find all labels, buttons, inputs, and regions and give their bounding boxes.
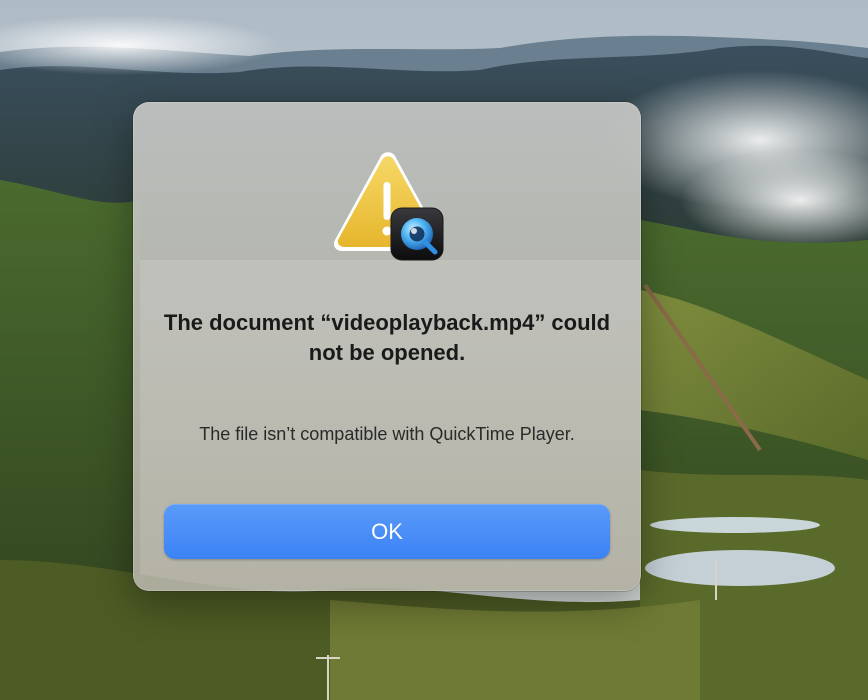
alert-dialog: The document “videoplayback.mp4” could n… bbox=[133, 102, 641, 591]
quicktime-icon bbox=[390, 207, 444, 261]
ok-button[interactable]: OK bbox=[164, 504, 610, 559]
warning-triangle-icon bbox=[333, 152, 444, 261]
dialog-title: The document “videoplayback.mp4” could n… bbox=[163, 310, 611, 365]
desktop: The document “videoplayback.mp4” could n… bbox=[0, 0, 868, 700]
dialog-message: The file isn’t compatible with QuickTime… bbox=[199, 424, 575, 444]
